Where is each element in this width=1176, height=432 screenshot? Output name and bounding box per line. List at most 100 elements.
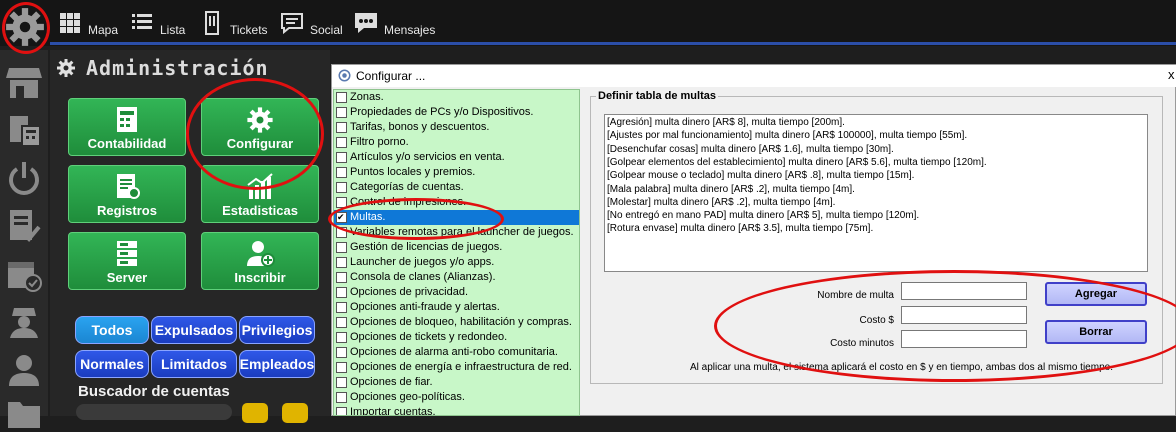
checklist-item[interactable]: Opciones de alarma anti-robo comunitaria… xyxy=(334,345,579,360)
tab-tickets[interactable]: Tickets xyxy=(200,6,268,40)
checklist-item[interactable]: Categorías de cuentas. xyxy=(334,180,579,195)
checkbox[interactable] xyxy=(336,92,347,103)
button-label: Inscribir xyxy=(234,270,286,285)
checklist-item-label: Tarifas, bonos y descuentos. xyxy=(350,121,490,133)
fine-entry[interactable]: [Golpear elementos del establecimiento] … xyxy=(607,157,987,168)
checklist-icon[interactable] xyxy=(6,208,42,244)
fine-entry[interactable]: [Rotura envase] multa dinero [AR$ 3.5], … xyxy=(607,223,873,234)
checklist-item[interactable]: Opciones de bloqueo, habilitación y comp… xyxy=(334,315,579,330)
inscribir-button[interactable]: Inscribir xyxy=(201,232,319,290)
filter-todos-button[interactable]: Todos xyxy=(75,316,149,344)
fine-entry[interactable]: [Mala palabra] multa dinero [AR$ .2], mu… xyxy=(607,184,855,195)
agregar-button[interactable]: Agregar xyxy=(1045,282,1147,306)
checkbox[interactable] xyxy=(336,167,347,178)
tab-social[interactable]: Social xyxy=(280,6,343,40)
checklist-item[interactable]: Opciones de privacidad. xyxy=(334,285,579,300)
checkbox[interactable] xyxy=(336,272,347,283)
gear-icon[interactable] xyxy=(4,6,46,48)
tab-mensajes[interactable]: Mensajes xyxy=(354,6,435,40)
checkbox[interactable] xyxy=(336,242,347,253)
tab-label: Social xyxy=(310,23,343,37)
checklist-item[interactable]: Zonas. xyxy=(334,90,579,105)
filter-normales-button[interactable]: Normales xyxy=(75,350,149,378)
checklist-item[interactable]: Tarifas, bonos y descuentos. xyxy=(334,120,579,135)
gear-icon xyxy=(57,59,75,77)
checkbox[interactable] xyxy=(336,392,347,403)
checklist-item[interactable]: Opciones de tickets y redondeo. xyxy=(334,330,579,345)
contabilidad-button[interactable]: Contabilidad xyxy=(68,98,186,156)
checklist-item[interactable]: Artículos y/o servicios en venta. xyxy=(334,150,579,165)
checklist-item-label: Opciones anti-fraude y alertas. xyxy=(350,301,500,313)
filter-expulsados-button[interactable]: Expulsados xyxy=(151,316,237,344)
button-label: Configurar xyxy=(226,136,294,151)
checkbox[interactable] xyxy=(336,182,347,193)
checklist-item[interactable]: Consola de clanes (Alianzas). xyxy=(334,270,579,285)
police-icon[interactable] xyxy=(6,304,42,340)
fine-entry[interactable]: [Desenchufar cosas] multa dinero [AR$ 1.… xyxy=(607,144,894,155)
checkbox[interactable] xyxy=(336,407,347,415)
fine-entry[interactable]: [Ajustes por mal funcionamiento] multa d… xyxy=(607,130,967,141)
filter-privilegios-button[interactable]: Privilegios xyxy=(239,316,315,344)
checkbox[interactable] xyxy=(336,332,347,343)
search-option-button[interactable] xyxy=(242,403,268,423)
power-icon[interactable] xyxy=(6,160,42,196)
tab-lista[interactable]: Lista xyxy=(130,6,185,40)
checkbox[interactable] xyxy=(336,302,347,313)
registry-icon xyxy=(117,174,140,199)
minutos-field[interactable] xyxy=(901,330,1027,348)
checklist-item-label: Opciones de privacidad. xyxy=(350,286,469,298)
checkbox[interactable] xyxy=(336,227,347,238)
checklist-item[interactable]: Filtro porno. xyxy=(334,135,579,150)
checkbox[interactable] xyxy=(336,347,347,358)
checkbox[interactable] xyxy=(336,362,347,373)
gear-icon xyxy=(338,69,351,82)
checkbox[interactable] xyxy=(336,317,347,328)
user-icon[interactable] xyxy=(6,352,42,388)
checklist-item-label: Consola de clanes (Alianzas). xyxy=(350,271,496,283)
checklist-item[interactable]: Opciones anti-fraude y alertas. xyxy=(334,300,579,315)
checkbox[interactable] xyxy=(336,152,347,163)
registros-button[interactable]: Registros xyxy=(68,165,186,223)
fine-entry[interactable]: [Molestar] multa dinero [AR$ .2], multa … xyxy=(607,197,835,208)
accounting-icon[interactable] xyxy=(6,112,42,148)
checkbox[interactable] xyxy=(336,107,347,118)
checkbox[interactable] xyxy=(336,377,347,388)
checklist-item[interactable]: Opciones geo-políticas. xyxy=(334,390,579,405)
calendar-icon[interactable] xyxy=(6,256,42,292)
fine-entry[interactable]: [Golpear mouse o teclado] multa dinero [… xyxy=(607,170,914,181)
configurar-button[interactable]: Configurar xyxy=(201,98,319,156)
checklist-item[interactable]: Gestión de licencias de juegos. xyxy=(334,240,579,255)
costo-field[interactable] xyxy=(901,306,1027,324)
checkbox[interactable] xyxy=(336,257,347,268)
folder-icon[interactable] xyxy=(6,396,42,432)
checkbox[interactable] xyxy=(336,287,347,298)
filter-limitados-button[interactable]: Limitados xyxy=(151,350,237,378)
server-button[interactable]: Server xyxy=(68,232,186,290)
tab-mapa[interactable]: Mapa xyxy=(58,6,118,40)
checklist-item[interactable]: Propiedades de PCs y/o Dispositivos. xyxy=(334,105,579,120)
ticket-icon xyxy=(205,11,219,35)
close-icon[interactable]: x xyxy=(1168,67,1175,82)
checklist-item[interactable]: Variables remotas para el launcher de ju… xyxy=(334,225,579,240)
search-input[interactable] xyxy=(76,404,232,420)
checklist-item[interactable]: Opciones de fiar. xyxy=(334,375,579,390)
checkbox[interactable] xyxy=(336,122,347,133)
borrar-button[interactable]: Borrar xyxy=(1045,320,1147,344)
checkbox[interactable] xyxy=(336,197,347,208)
checklist-item[interactable]: Opciones de energía e infraestructura de… xyxy=(334,360,579,375)
checklist-item-label: Artículos y/o servicios en venta. xyxy=(350,151,505,163)
estadisticas-button[interactable]: Estadisticas xyxy=(201,165,319,223)
checkbox[interactable] xyxy=(336,137,347,148)
filter-empleados-button[interactable]: Empleados xyxy=(239,350,315,378)
checkbox[interactable]: ✔ xyxy=(336,212,347,223)
checklist-item[interactable]: Control de impresiones. xyxy=(334,195,579,210)
checklist-item[interactable]: Importar cuentas. xyxy=(334,405,579,415)
fine-entry[interactable]: [No entregó en mano PAD] multa dinero [A… xyxy=(607,210,919,221)
store-icon[interactable] xyxy=(6,64,42,100)
nombre-field[interactable] xyxy=(901,282,1027,300)
checklist-item[interactable]: ✔ Multas. xyxy=(334,210,579,225)
fine-entry[interactable]: [Agresión] multa dinero [AR$ 8], multa t… xyxy=(607,117,845,128)
search-option-button[interactable] xyxy=(282,403,308,423)
checklist-item[interactable]: Puntos locales y premios. xyxy=(334,165,579,180)
checklist-item[interactable]: Launcher de juegos y/o apps. xyxy=(334,255,579,270)
